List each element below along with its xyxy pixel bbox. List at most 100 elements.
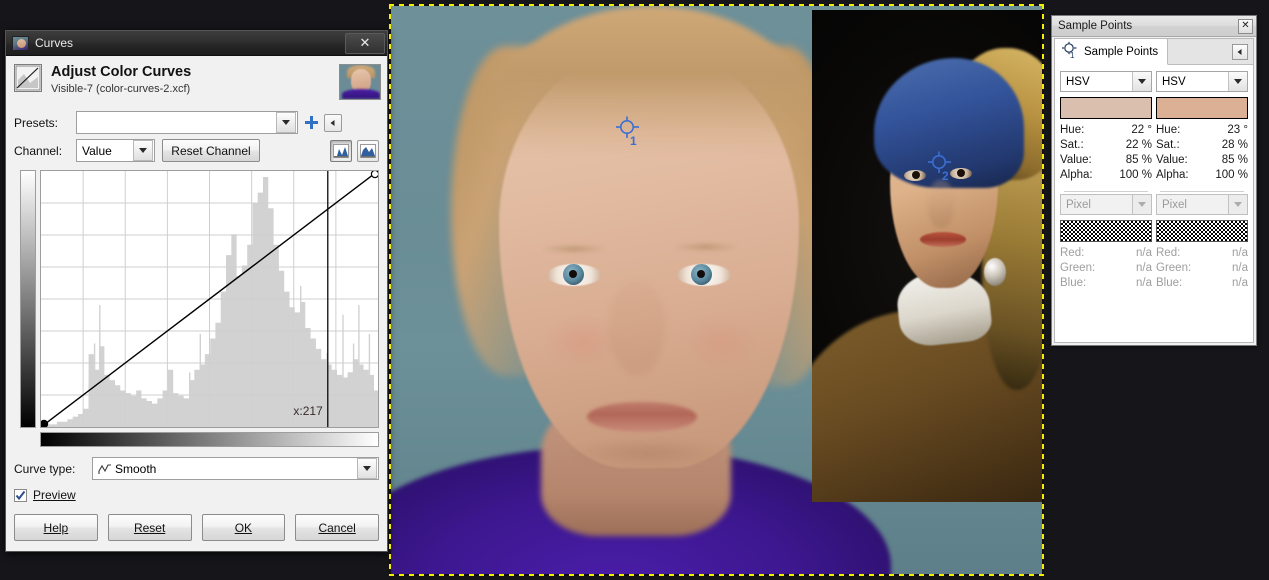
row-key: Red:	[1156, 247, 1181, 259]
curve-type-value: Smooth	[115, 461, 157, 476]
svg-text:1: 1	[1070, 51, 1075, 59]
row-value: n/a	[1232, 262, 1248, 274]
curve-control-point[interactable]	[370, 169, 380, 179]
tab-sample-points[interactable]: 1 Sample Points	[1055, 39, 1169, 65]
close-icon[interactable]: ✕	[1238, 18, 1253, 34]
image-thumbnail	[339, 64, 381, 100]
row-key: Blue:	[1060, 277, 1087, 289]
sample-point-2-second-mode-value: Pixel	[1162, 198, 1187, 211]
window-icon	[12, 35, 29, 51]
sample-points-dock[interactable]: Sample Points ✕ 1 Sample Points HSV Hue:…	[1051, 15, 1257, 346]
sample-point-2-second-values: Red: n/a Green: n/a Blue: n/a	[1156, 246, 1248, 291]
reset-button[interactable]: Reset	[107, 514, 192, 541]
photo-layer	[391, 6, 1042, 574]
vermeer-painting-layer[interactable]	[812, 10, 1042, 502]
curves-header-text: Adjust Color Curves Visible-7 (color-cur…	[51, 64, 339, 95]
row-value: n/a	[1136, 277, 1152, 289]
dialog-button-row: Help Reset OK Cancel	[14, 514, 379, 541]
row-value: 23 °	[1227, 124, 1248, 136]
curve-type-row: Curve type: Smooth	[6, 457, 387, 480]
sample-point-2-row: Alpha: 100 %	[1156, 168, 1248, 183]
curve-cursor-label: x:217	[293, 404, 323, 418]
tabrow-spacer	[1168, 39, 1232, 64]
sample-point-1-row: Sat.: 22 %	[1060, 138, 1152, 153]
row-value: 22 °	[1131, 124, 1152, 136]
pupil-right	[697, 270, 705, 278]
sample-point-1-second-mode-value: Pixel	[1066, 198, 1091, 211]
close-icon[interactable]: ✕	[345, 32, 385, 54]
curve-control-point[interactable]	[39, 419, 49, 429]
painting-pupil-right	[957, 169, 965, 177]
sample-point-1-mode-select[interactable]: HSV	[1060, 71, 1152, 92]
curves-titlebar: Curves ✕	[6, 31, 387, 56]
add-preset-button[interactable]	[298, 115, 324, 130]
sample-point-2-second-swatch	[1156, 220, 1248, 242]
row-key: Sat.:	[1060, 139, 1084, 151]
preview-label: Preview	[33, 488, 76, 502]
chevron-down-icon	[357, 458, 377, 479]
eyebrow-left	[543, 246, 605, 252]
sample-points-tab-icon: 1	[1061, 41, 1079, 62]
sample-points-body: 1 Sample Points HSV Hue: 22 ° Sat.: 22 %…	[1054, 38, 1254, 343]
dock-menu-icon[interactable]	[1232, 43, 1248, 60]
channel-label: Channel:	[14, 143, 63, 158]
lips-region	[587, 402, 697, 432]
curve-type-label: Curve type:	[14, 461, 76, 476]
divider	[1160, 191, 1244, 192]
presets-select[interactable]	[76, 111, 298, 134]
presets-label: Presets:	[14, 115, 59, 130]
sample-point-2-mode-select[interactable]: HSV	[1156, 71, 1248, 92]
row-value: n/a	[1136, 247, 1152, 259]
curve-graph[interactable]: x:217	[39, 169, 380, 429]
reset-button-label: Reset	[133, 520, 166, 535]
sample-point-1-second-values: Red: n/a Green: n/a Blue: n/a	[1060, 246, 1152, 291]
reset-channel-label: Reset Channel	[171, 143, 251, 158]
sample-points-content: HSV Hue: 22 ° Sat.: 22 % Value: 85 % Alpha:…	[1055, 65, 1253, 291]
help-button[interactable]: Help	[14, 514, 98, 541]
curves-dialog[interactable]: Curves ✕ Adjust Color Curves Visible-7 (…	[5, 30, 388, 552]
sample-point-1-row: Alpha: 100 %	[1060, 168, 1152, 183]
row-value: 22 %	[1125, 139, 1152, 151]
pearl-earring	[984, 258, 1006, 286]
sample-point-1-row: Value: 85 %	[1060, 153, 1152, 168]
curve-type-select[interactable]: Smooth	[92, 457, 379, 480]
painting-pupil-left	[912, 171, 920, 179]
curve-type-icon	[98, 463, 112, 475]
channel-select[interactable]: Value	[76, 139, 155, 162]
sample-point-1-second-mode-select[interactable]: Pixel	[1060, 194, 1152, 215]
image-canvas[interactable]: 1 2	[389, 4, 1044, 576]
row-key: Alpha:	[1156, 169, 1189, 181]
sample-points-tabrow: 1 Sample Points	[1055, 39, 1253, 65]
sample-point-2-row: Sat.: 28 %	[1156, 138, 1248, 153]
sample-point-2-second-row: Green: n/a	[1156, 261, 1248, 276]
sample-point-2-second-mode-select[interactable]: Pixel	[1156, 194, 1248, 215]
reset-channel-button[interactable]: Reset Channel	[162, 139, 260, 162]
cancel-button-label: Cancel	[318, 520, 356, 535]
row-key: Green:	[1156, 262, 1192, 274]
sample-point-1-second-swatch	[1060, 220, 1152, 242]
sample-point-2-row: Hue: 23 °	[1156, 123, 1248, 138]
ok-button[interactable]: OK	[201, 514, 286, 541]
sample-point-column-1: HSV Hue: 22 ° Sat.: 22 % Value: 85 % Alpha:…	[1060, 71, 1152, 291]
curve-graph-wrapper: x:217	[20, 169, 380, 429]
app-root: 1 2 Sample Points ✕ 1 Sample Points HSV …	[0, 0, 1269, 580]
chevron-down-icon	[1228, 72, 1247, 91]
chevron-down-icon	[276, 112, 296, 133]
preview-row[interactable]: Preview	[6, 488, 387, 502]
painting-lips	[920, 232, 966, 247]
curve-graph-svg: x:217	[39, 169, 380, 429]
presets-menu-button[interactable]	[324, 113, 342, 132]
sample-point-2-second-row: Red: n/a	[1156, 246, 1248, 261]
preview-checkbox[interactable]	[14, 488, 27, 502]
chevron-down-icon	[1228, 195, 1247, 214]
row-value: 28 %	[1221, 139, 1248, 151]
page-subtitle: Visible-7 (color-curves-2.xcf)	[51, 83, 191, 95]
row-value: 85 %	[1125, 154, 1152, 166]
histogram-log-button[interactable]	[357, 139, 379, 162]
sample-point-column-2: HSV Hue: 23 ° Sat.: 28 % Value: 85 % Alpha:…	[1156, 71, 1248, 291]
painting-nose	[928, 180, 954, 228]
row-key: Value:	[1060, 154, 1092, 166]
sample-point-1-values: Hue: 22 ° Sat.: 22 % Value: 85 % Alpha: 100 …	[1060, 123, 1152, 183]
cancel-button[interactable]: Cancel	[295, 514, 379, 541]
histogram-linear-button[interactable]	[330, 139, 352, 162]
